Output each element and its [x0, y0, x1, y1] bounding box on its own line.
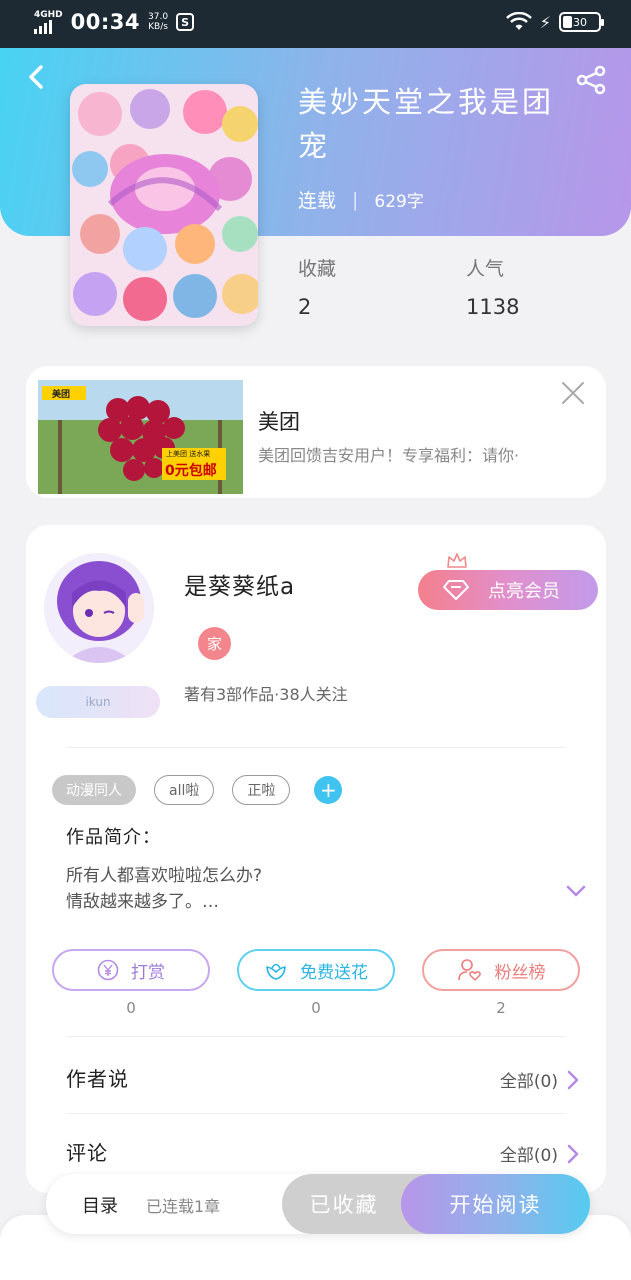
ad-image-promo: 0元包邮 — [165, 463, 217, 479]
send-flower-label: 免费送花 — [300, 962, 368, 983]
comments-all-link[interactable]: 全部(0) — [500, 1141, 580, 1166]
flower-count: 0 — [311, 999, 321, 1017]
intro-line: 情敌越来越多了。… — [66, 892, 219, 912]
net-speed-unit: KB/s — [148, 22, 168, 32]
wifi-icon — [505, 12, 532, 30]
divider — [66, 1113, 566, 1114]
ad-image-slogan: 上美团 送水果 — [166, 450, 211, 458]
author-badge: 家 — [198, 627, 231, 660]
start-reading-button[interactable]: 开始阅读 — [401, 1174, 590, 1234]
fan-ranking-button[interactable]: 粉丝榜 — [422, 949, 580, 991]
author-say-label: 作者说 — [66, 1067, 129, 1091]
yen-icon — [97, 959, 119, 981]
reward-label: 打赏 — [131, 962, 165, 983]
meta-divider: | — [352, 188, 359, 211]
ad-banner[interactable]: 美团 上美团 送水果 0元包邮 美团 美团回馈吉安用户！专享福利：请你· — [26, 366, 606, 498]
reward-count: 0 — [126, 999, 136, 1017]
net-speed-value: 37.0 — [148, 12, 169, 22]
status-bar: 4GHD 00:34 37.0 KB/s S ⚡ 30 — [0, 0, 631, 48]
charging-icon: ⚡ — [539, 12, 551, 32]
chevron-right-icon — [567, 1070, 579, 1089]
flower-icon — [266, 963, 286, 980]
fan-heart-icon — [457, 959, 481, 981]
divider — [66, 1036, 566, 1037]
popularity-label: 人气 — [466, 258, 505, 280]
diamond-icon — [443, 580, 469, 600]
favorited-label: 已收藏 — [309, 1193, 379, 1217]
net-speed: 37.0 KB/s — [148, 12, 168, 32]
tag-item[interactable]: 正啦 — [232, 775, 291, 805]
network-type: 4GHD — [34, 9, 63, 20]
tag-item[interactable]: all啦 — [154, 775, 215, 805]
favorites-label: 收藏 — [298, 258, 337, 280]
popularity-value: 1138 — [466, 295, 520, 319]
start-reading-label: 开始阅读 — [449, 1193, 542, 1217]
book-meta: 连载 | 629字 — [298, 186, 424, 213]
chevron-down-icon[interactable] — [564, 879, 588, 903]
share-icon[interactable] — [575, 64, 607, 96]
reward-button[interactable]: 打赏 — [52, 949, 210, 991]
notification-app-icon: S — [176, 13, 195, 31]
battery-icon: 30 — [559, 12, 604, 32]
bottom-action-bar: 目录 已连载1章 已收藏 开始阅读 — [46, 1174, 590, 1234]
popularity-stat: 人气 1138 — [466, 254, 519, 319]
signal-icon — [34, 19, 63, 34]
author-avatar[interactable] — [44, 553, 154, 663]
ad-title: 美团 — [258, 410, 300, 434]
book-cover-image[interactable] — [70, 84, 258, 326]
intro-line: 所有人都喜欢啦啦怎么办? — [66, 866, 263, 886]
vip-label: 点亮会员 — [488, 581, 560, 602]
crown-icon — [447, 553, 467, 568]
fan-count: 2 — [496, 999, 506, 1017]
back-icon[interactable] — [22, 62, 52, 92]
word-count: 629字 — [374, 192, 424, 212]
fan-ranking-label: 粉丝榜 — [494, 962, 546, 983]
tag-list: 动漫同人 all啦 正啦 + — [52, 775, 343, 805]
ad-image-brand: 美团 — [52, 390, 71, 400]
ad-image[interactable]: 美团 上美团 送水果 0元包邮 — [38, 380, 243, 494]
intro-title: 作品简介： — [66, 827, 161, 848]
author-name[interactable]: 是葵葵纸a — [184, 567, 295, 601]
close-icon[interactable] — [560, 380, 586, 406]
author-say-all-link[interactable]: 全部(0) — [500, 1067, 580, 1092]
add-tag-icon[interactable]: + — [314, 776, 343, 804]
chevron-right-icon — [567, 1144, 579, 1163]
author-say-count: 全部(0) — [499, 1072, 558, 1092]
divider — [66, 747, 566, 748]
toc-button[interactable]: 目录 — [82, 1192, 118, 1218]
clock: 00:34 — [70, 10, 141, 34]
avatar-tag: ikun — [36, 686, 160, 718]
author-card: ikun 是葵葵纸a 家 著有3部作品·38人关注 点亮会员 动漫同人 all啦… — [26, 525, 606, 1193]
comments-count: 全部(0) — [499, 1146, 558, 1166]
comments-label: 评论 — [66, 1141, 108, 1165]
send-flower-button[interactable]: 免费送花 — [237, 949, 395, 991]
book-status: 连载 — [298, 190, 337, 212]
vip-button[interactable]: 点亮会员 — [418, 570, 598, 610]
author-info: 著有3部作品·38人关注 — [184, 685, 348, 704]
intro-text: 所有人都喜欢啦啦怎么办? 情敌越来越多了。… — [66, 863, 536, 915]
tag-item[interactable]: 动漫同人 — [52, 775, 136, 805]
favorites-stat: 收藏 2 — [298, 254, 336, 319]
battery-level: 30 — [573, 15, 587, 29]
book-title: 美妙天堂之我是团宠 — [298, 85, 555, 163]
favorites-value: 2 — [298, 295, 312, 319]
ad-description: 美团回馈吉安用户！专享福利：请你· — [258, 446, 520, 465]
toc-status[interactable]: 已连载1章 — [146, 1193, 220, 1217]
network-indicator: 4GHD — [34, 9, 63, 34]
